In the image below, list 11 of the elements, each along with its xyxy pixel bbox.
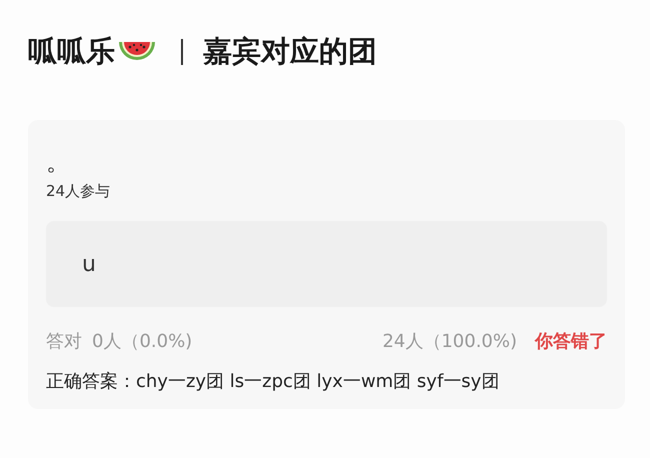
answer-option[interactable]: u bbox=[46, 221, 607, 307]
question-text: 。 bbox=[46, 150, 71, 174]
correct-count: 0人（0.0%) bbox=[92, 330, 192, 353]
answer-count: 24人（100.0%) bbox=[382, 330, 517, 353]
participant-count: 24人参与 bbox=[46, 182, 112, 201]
answer-label: 正确答案： bbox=[46, 371, 136, 392]
result-verdict: 你答错了 bbox=[535, 330, 607, 353]
correct-label: 答对 bbox=[46, 330, 82, 353]
page-title: 呱呱乐 bbox=[28, 33, 115, 70]
correct-answer: chy一zy团 ls一zpc团 lyx一wm团 syf一sy团 bbox=[136, 371, 500, 392]
page-subtitle: 嘉宾对应的团 bbox=[203, 33, 377, 70]
